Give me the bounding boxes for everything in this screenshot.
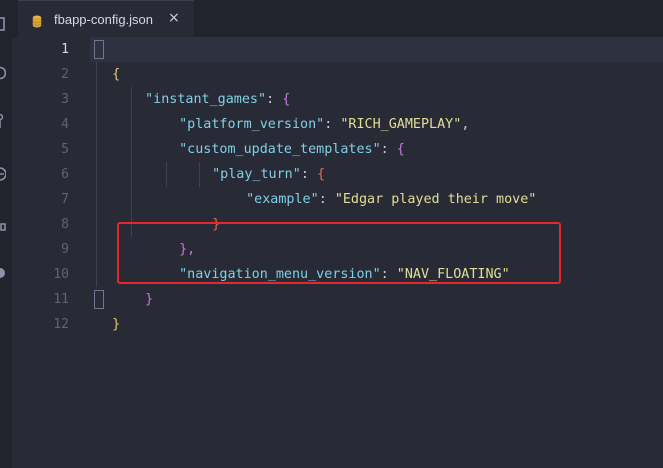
line-number: 11 [53,292,69,307]
close-brace: } [112,317,121,332]
line-number: 9 [61,242,69,257]
open-brace: { [112,67,121,82]
search-icon[interactable] [0,65,7,80]
debug-icon[interactable] [0,165,7,181]
code-line-11[interactable]: } [96,287,120,332]
code-line-2[interactable]: "instant_games": { [129,62,290,107]
line-number: 5 [61,142,69,157]
json-string-value: "Edgar played their move" [334,192,537,207]
line-number: 1 [61,42,69,57]
open-brace: { [396,142,405,157]
line-number: 10 [53,267,69,282]
source-control-icon[interactable] [0,113,6,128]
line-number: 4 [61,117,69,132]
line-number: 12 [53,317,69,332]
line-number: 8 [61,217,69,232]
highlight-annotation-box [117,222,561,284]
tab-fbapp-config[interactable]: fbapp-config.json × [18,0,194,38]
code-line-3[interactable]: "platform_version": "RICH_GAMEPLAY", [163,87,469,132]
tab-label: fbapp-config.json [54,12,154,27]
code-line-7[interactable]: } [196,187,220,232]
colon: : [380,142,397,157]
comma: , [461,117,470,132]
extensions-icon[interactable] [0,215,6,231]
database-icon [32,13,42,28]
line-number: 3 [61,92,69,107]
line-number: 7 [61,192,69,207]
current-line-highlight [90,37,663,62]
line-number: 6 [61,167,69,182]
line-number: 2 [61,67,69,82]
indent-guide [166,162,167,187]
colon: : [318,192,335,207]
code-line-5[interactable]: "play_turn": { [196,137,325,182]
remote-icon[interactable] [0,265,6,279]
tab-bar: fbapp-config.json × [12,0,663,38]
files-icon[interactable] [0,16,6,31]
close-brace: } [145,292,154,307]
code-line-6[interactable]: "example": "Edgar played their move" [230,162,536,207]
json-key: "example" [246,192,319,207]
indent-guide [96,62,97,287]
code-line-4[interactable]: "custom_update_templates": { [163,112,405,157]
code-line-1[interactable]: { [96,37,120,82]
close-icon[interactable]: × [168,10,180,26]
